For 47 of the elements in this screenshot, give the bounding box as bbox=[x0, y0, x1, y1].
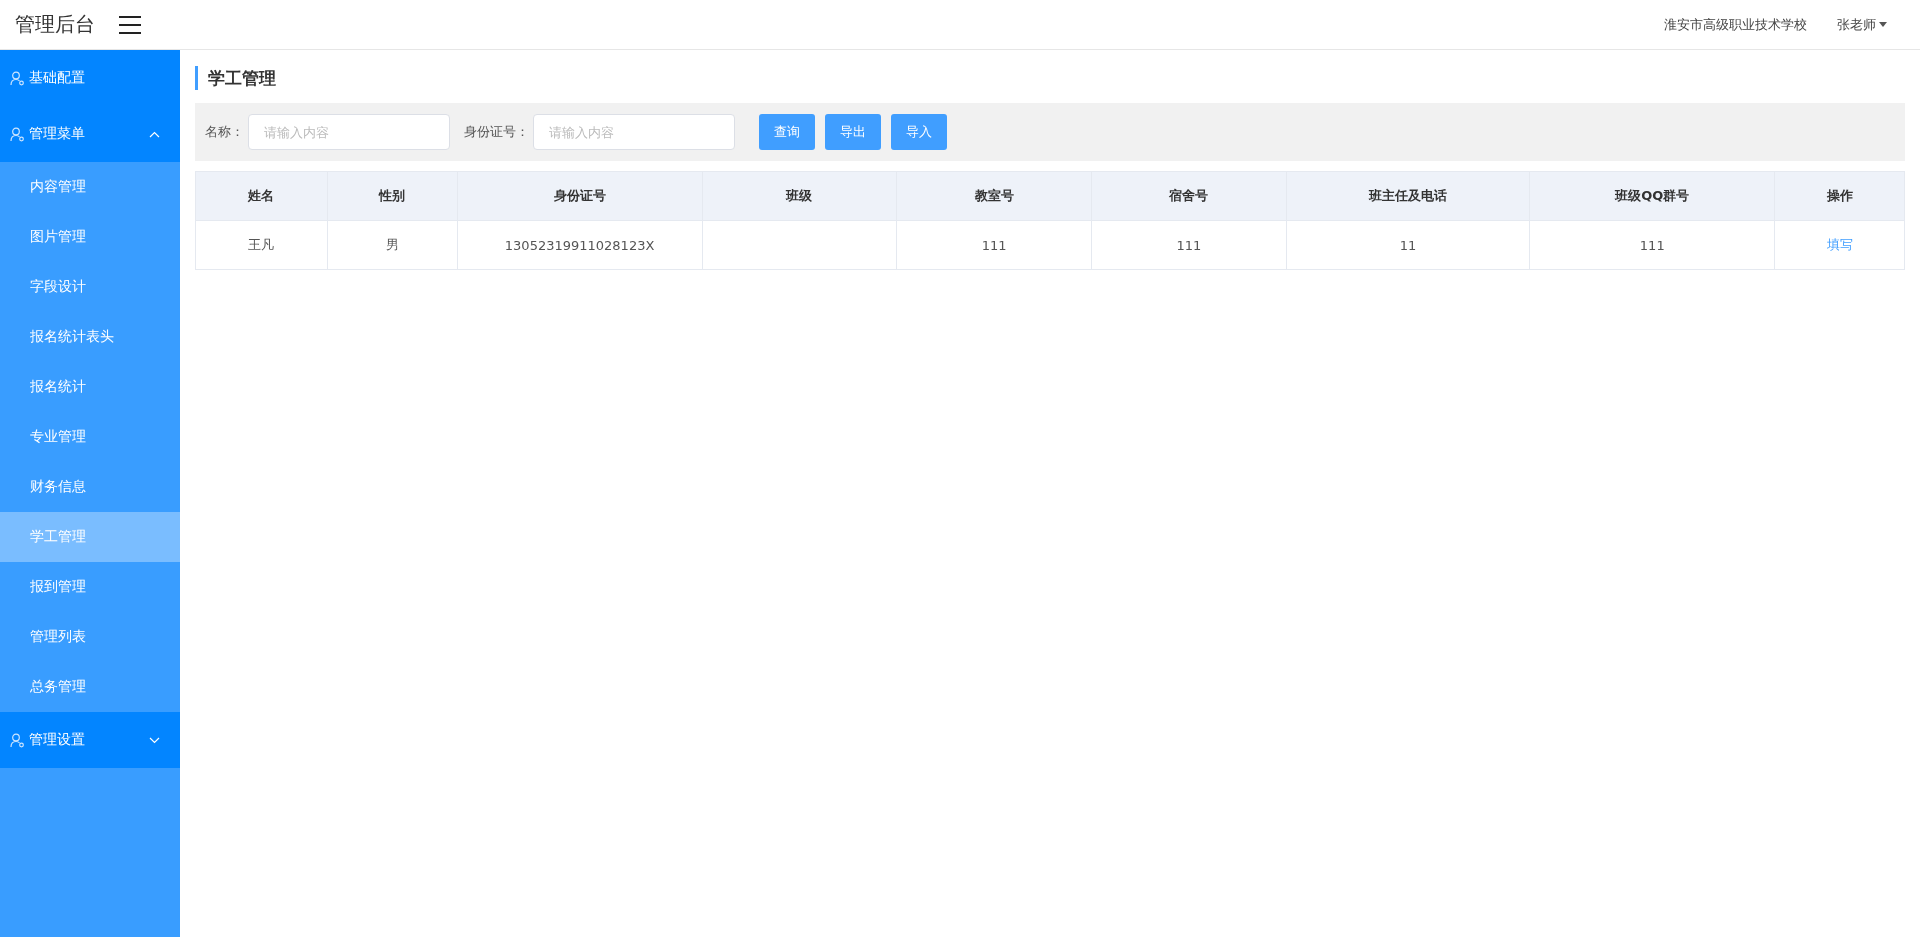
sidebar-item[interactable]: 学工管理 bbox=[0, 512, 180, 562]
sidebar-item[interactable]: 专业管理 bbox=[0, 412, 180, 462]
sidebar-item[interactable]: 图片管理 bbox=[0, 212, 180, 262]
input-field[interactable]: 请输入内容 bbox=[248, 114, 450, 150]
table-cell: 111 bbox=[896, 220, 1092, 270]
menu-icon[interactable] bbox=[119, 15, 141, 34]
sidebar-group[interactable]: 管理设置 bbox=[0, 712, 180, 768]
action-button[interactable]: 导入 bbox=[891, 114, 947, 150]
column-header: 班主任及电话 bbox=[1286, 171, 1530, 221]
sidebar-item[interactable]: 报到管理 bbox=[0, 562, 180, 612]
sidebar-item[interactable]: 内容管理 bbox=[0, 162, 180, 212]
column-header: 宿舍号 bbox=[1091, 171, 1287, 221]
sidebar-item[interactable]: 报名统计表头 bbox=[0, 312, 180, 362]
column-header: 身份证号 bbox=[457, 171, 702, 221]
sidebar-group[interactable]: 基础配置 bbox=[0, 50, 180, 106]
table-cell: 111 bbox=[1529, 220, 1775, 270]
app-title: 管理后台 bbox=[15, 11, 95, 38]
table-cell: 11 bbox=[1286, 220, 1530, 270]
school-name: 淮安市高级职业技术学校 bbox=[1664, 15, 1807, 34]
field-label: 身份证号： bbox=[464, 123, 529, 141]
table-cell: 王凡 bbox=[195, 220, 328, 270]
input-field[interactable]: 请输入内容 bbox=[533, 114, 735, 150]
user-menu[interactable]: 张老师 bbox=[1837, 15, 1887, 34]
action-button[interactable]: 查询 bbox=[759, 114, 815, 150]
column-header: 姓名 bbox=[195, 171, 328, 221]
table-cell: 13052319911028123X bbox=[457, 220, 702, 270]
column-header: 班级 bbox=[702, 171, 897, 221]
field-label: 名称： bbox=[205, 123, 244, 141]
table-cell: 男 bbox=[327, 220, 458, 270]
sidebar-item[interactable]: 管理列表 bbox=[0, 612, 180, 662]
sidebar-item[interactable]: 报名统计 bbox=[0, 362, 180, 412]
user-icon bbox=[10, 732, 25, 748]
page-title: 学工管理 bbox=[195, 66, 1905, 90]
edit-link[interactable]: 填写 bbox=[1826, 237, 1853, 252]
sidebar-item[interactable]: 财务信息 bbox=[0, 462, 180, 512]
user-icon bbox=[10, 70, 25, 86]
table-cell: 111 bbox=[1091, 220, 1287, 270]
sidebar-item[interactable]: 字段设计 bbox=[0, 262, 180, 312]
column-header: 班级QQ群号 bbox=[1529, 171, 1775, 221]
action-button[interactable]: 导出 bbox=[825, 114, 881, 150]
sidebar-group[interactable]: 管理菜单 bbox=[0, 106, 180, 162]
column-header: 教室号 bbox=[896, 171, 1092, 221]
column-header: 操作 bbox=[1774, 171, 1905, 221]
caret-icon bbox=[1879, 22, 1887, 27]
user-icon bbox=[10, 126, 25, 142]
column-header: 性别 bbox=[327, 171, 458, 221]
sidebar-item[interactable]: 总务管理 bbox=[0, 662, 180, 712]
